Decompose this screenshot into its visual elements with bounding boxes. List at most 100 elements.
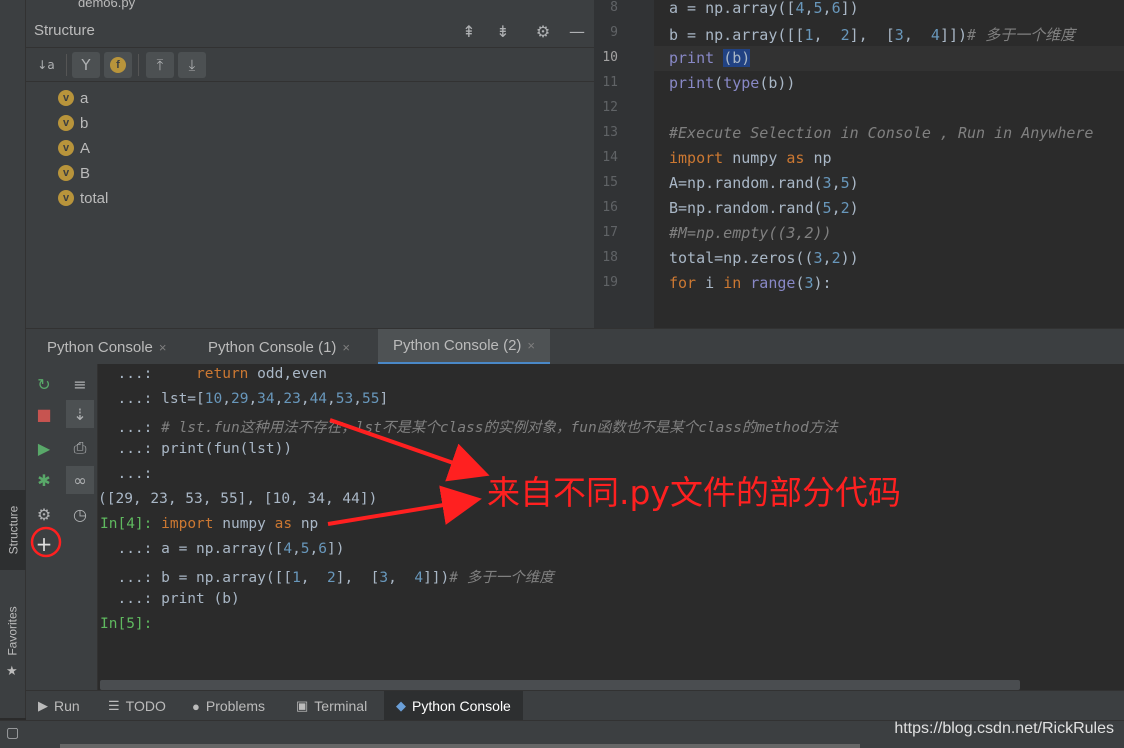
favorites-tool-tab-label: Favorites xyxy=(6,606,21,656)
settings-icon[interactable]: ⚙ xyxy=(30,500,58,528)
line-number: 13 xyxy=(602,125,618,140)
problems-tab[interactable]: ● Problems xyxy=(192,691,265,721)
todo-tab[interactable]: ☰ TODO xyxy=(108,691,166,721)
console-line: ...: # lst.fun这种用法不存在，lst不是某个class的实例对象，… xyxy=(100,420,838,436)
layout-icon[interactable]: ▢ xyxy=(6,725,19,741)
structure-tool-tab-label: Structure xyxy=(6,505,20,555)
todo-tab-label: TODO xyxy=(125,698,166,714)
terminal-tab[interactable]: ▣ Terminal xyxy=(296,691,367,721)
scroll-to-end-icon[interactable]: ⇣ xyxy=(66,400,94,428)
run-icon[interactable]: ▶ xyxy=(30,434,58,462)
code-line: total=np.zeros((3,2)) xyxy=(669,249,859,267)
annotation-text: 来自不同.py文件的部分代码 xyxy=(487,473,901,512)
close-icon[interactable]: × xyxy=(159,340,167,355)
collapse-all-icon[interactable]: ⇟ xyxy=(492,20,514,42)
line-number: 10 xyxy=(602,50,618,65)
tree-item[interactable]: v A xyxy=(58,137,90,159)
code-line: B=np.random.rand(5,2) xyxy=(669,199,859,217)
print-icon[interactable]: ⎙ xyxy=(66,434,94,462)
code-line: for i in range(3): xyxy=(669,274,832,292)
tab-label: Python Console xyxy=(47,338,153,356)
structure-header: Structure ⇞ ⇟ ⚙ — xyxy=(26,14,594,48)
watermark: https://blog.csdn.net/RickRules xyxy=(894,720,1114,737)
field-badge-icon: f xyxy=(110,57,126,73)
code-line: A=np.random.rand(3,5) xyxy=(669,174,859,192)
tree-item[interactable]: v b xyxy=(58,112,88,134)
run-tab-label: Run xyxy=(54,698,80,714)
line-number: 17 xyxy=(602,225,618,240)
console-line: ...: print(fun(lst)) xyxy=(100,441,293,457)
terminal-icon: ▣ xyxy=(296,698,309,713)
run-tab[interactable]: ▶ Run xyxy=(38,691,80,721)
file-tab-stub[interactable]: demo6.py xyxy=(78,0,135,12)
tree-item[interactable]: v total xyxy=(58,187,108,209)
star-icon: ★ xyxy=(6,664,18,679)
tab-label: Python Console (2) xyxy=(393,337,522,354)
python-icon: ◆ xyxy=(396,698,406,713)
scroll-from-source-icon[interactable]: ⤓ xyxy=(178,52,206,78)
scroll-to-source-icon[interactable]: ⤒ xyxy=(146,52,174,78)
tab-python-console-2[interactable]: Python Console (2) × xyxy=(378,329,550,365)
code-line: b = np.array([[1, 2], [3, 4]])# 多于一个维度 xyxy=(669,26,1076,44)
tree-item-label: B xyxy=(80,164,91,182)
python-console-tab-label: Python Console xyxy=(412,698,511,714)
status-progress-line xyxy=(60,744,860,748)
line-number: 11 xyxy=(602,75,618,90)
bottom-tool-bar: ▶ Run ☰ TODO ● Problems ▣ Terminal ◆ Pyt… xyxy=(26,690,1124,721)
console-line: ...: xyxy=(100,466,153,482)
horizontal-scrollbar[interactable] xyxy=(100,680,1020,690)
variable-icon: v xyxy=(58,165,74,181)
stop-icon[interactable]: ■ xyxy=(30,400,58,428)
console-tab-bar: Python Console × Python Console (1) × Py… xyxy=(26,328,1124,365)
sort-alpha-icon[interactable]: ↓a xyxy=(32,52,60,78)
history-icon[interactable]: ◷ xyxy=(66,500,94,528)
console-line: ...: print (b) xyxy=(100,591,240,607)
close-icon[interactable]: × xyxy=(527,338,535,353)
tree-item-label: a xyxy=(80,89,89,107)
python-console-tab[interactable]: ◆ Python Console xyxy=(384,691,523,721)
tab-label: Python Console (1) xyxy=(208,338,337,356)
expand-all-icon[interactable]: ⇞ xyxy=(458,20,480,42)
rerun-icon[interactable]: ↻ xyxy=(30,370,58,398)
info-icon: ● xyxy=(192,698,200,714)
problems-tab-label: Problems xyxy=(205,698,265,714)
code-line: a = np.array([4,5,6]) xyxy=(669,0,859,17)
code-line: import numpy as np xyxy=(669,149,832,167)
console-line: In[4]: import numpy as np xyxy=(100,516,319,532)
debug-icon[interactable]: ✱ xyxy=(30,466,58,494)
variable-icon: v xyxy=(58,115,74,131)
terminal-tab-label: Terminal xyxy=(314,698,368,714)
hide-icon[interactable]: — xyxy=(566,20,588,42)
line-number: 8 xyxy=(610,0,618,15)
console-view-toolbar: ≡ ⇣ ⎙ ∞ ◷ xyxy=(62,364,98,690)
structure-toolbar: ↓a Y f ⤒ ⤓ xyxy=(26,48,594,82)
console-line: ...: b = np.array([[1, 2], [3, 4]])# 多于一… xyxy=(100,570,554,586)
line-number: 9 xyxy=(610,25,618,40)
show-fields-button[interactable]: f xyxy=(104,52,132,78)
line-number: 12 xyxy=(602,100,618,115)
console-line: ([29, 23, 53, 55], [10, 34, 44]) xyxy=(98,491,378,507)
tree-item[interactable]: v a xyxy=(58,87,88,109)
structure-title: Structure xyxy=(34,22,95,39)
structure-tool-tab[interactable]: Structure xyxy=(0,490,26,570)
soft-wrap-icon[interactable]: ≡ xyxy=(66,370,94,398)
code-line: #Execute Selection in Console , Run in A… xyxy=(669,124,1094,142)
code-line: print (b) xyxy=(669,49,751,67)
tree-item-label: A xyxy=(80,139,91,157)
tab-python-console-1[interactable]: Python Console (1) × xyxy=(208,329,350,365)
tab-python-console[interactable]: Python Console × xyxy=(47,329,167,365)
variable-icon: v xyxy=(58,90,74,106)
run-icon: ▶ xyxy=(38,698,48,713)
close-icon[interactable]: × xyxy=(342,340,350,355)
favorites-tool-tab[interactable]: Favorites xyxy=(0,596,26,666)
new-console-icon[interactable]: + xyxy=(30,530,58,558)
line-number: 14 xyxy=(602,150,618,165)
line-number: 18 xyxy=(602,250,618,265)
line-number: 16 xyxy=(602,200,618,215)
tree-item[interactable]: v B xyxy=(58,162,90,184)
gear-icon[interactable]: ⚙ xyxy=(532,20,554,42)
show-variables-icon[interactable]: ∞ xyxy=(66,466,94,494)
show-inherited-icon[interactable]: Y xyxy=(72,52,100,78)
list-icon: ☰ xyxy=(108,698,120,713)
console-line: ...: a = np.array([4,5,6]) xyxy=(100,541,345,557)
